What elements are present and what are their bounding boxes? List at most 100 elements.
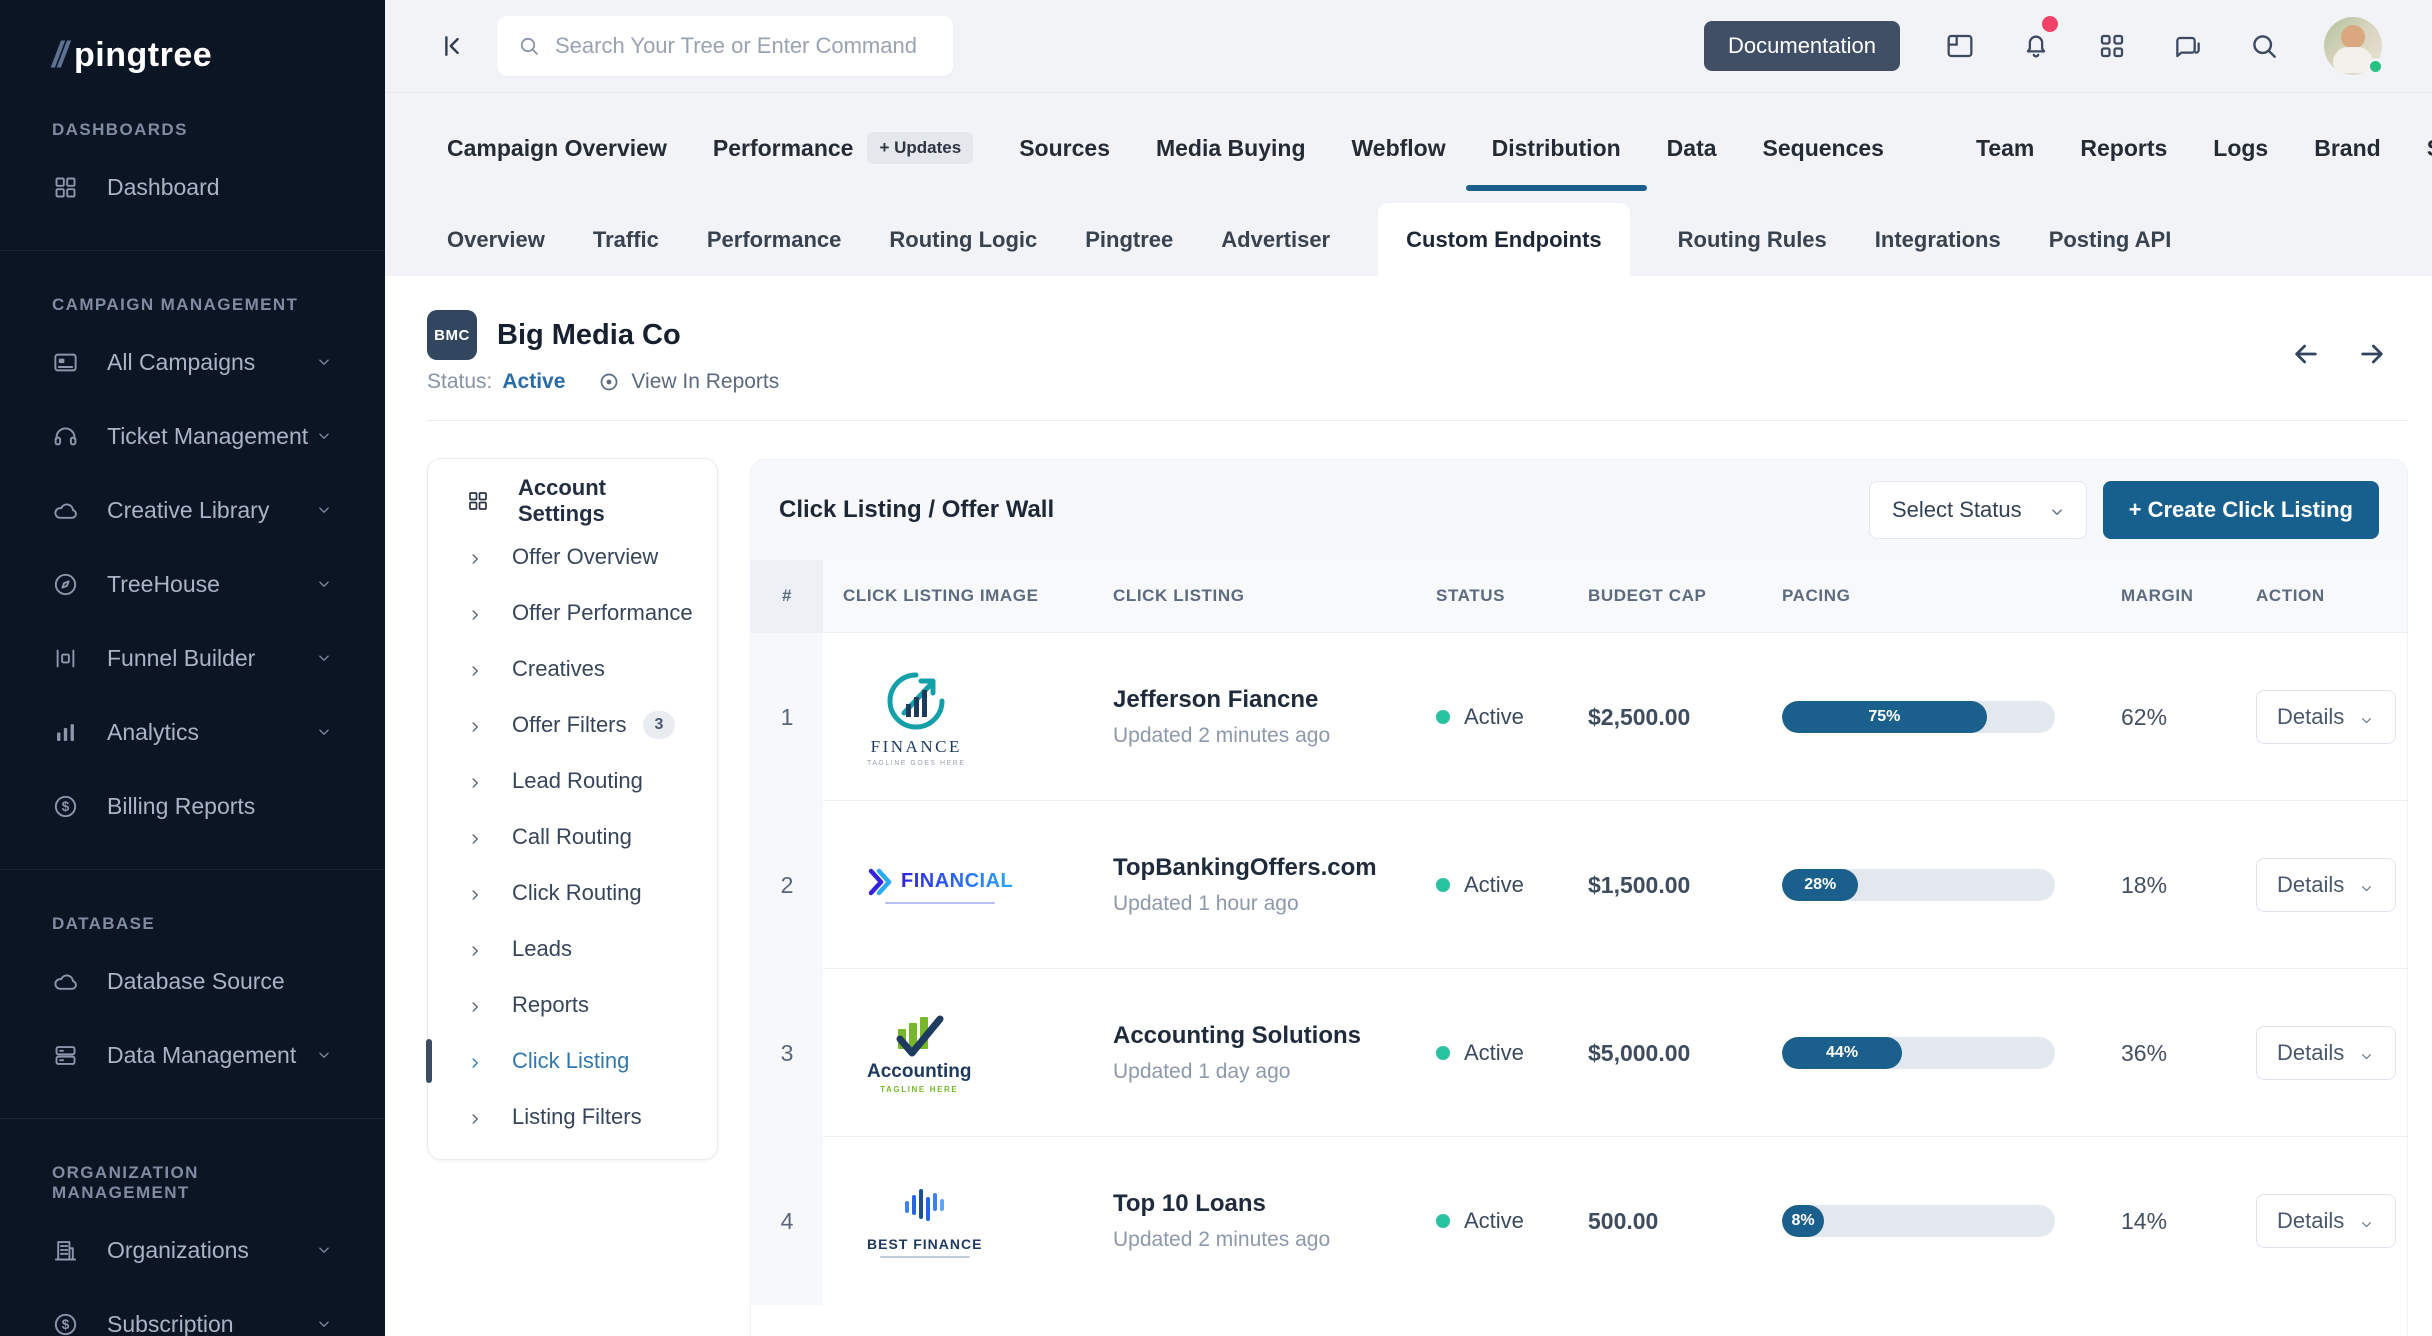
apps-grid-icon[interactable] (2096, 30, 2128, 62)
search-icon (517, 34, 541, 58)
arrow-right-icon[interactable] (2356, 338, 2388, 370)
global-search (497, 16, 953, 76)
details-label: Details (2277, 704, 2344, 730)
panel-item-offer-overview[interactable]: Offer Overview (428, 529, 717, 585)
sidebar-item-all-campaigns[interactable]: All Campaigns (34, 325, 351, 399)
tab-media-buying[interactable]: Media Buying (1156, 135, 1306, 162)
user-avatar[interactable] (2324, 17, 2382, 75)
active-status-dot (1436, 1214, 1450, 1228)
details-button[interactable]: Details (2256, 690, 2396, 744)
subtab-advertiser[interactable]: Advertiser (1221, 203, 1330, 276)
select-status-dropdown[interactable]: Select Status (1869, 481, 2087, 539)
pacing-label: 75% (1868, 708, 1900, 726)
listing-updated: Updated 1 hour ago (1113, 892, 1416, 916)
arrow-left-icon[interactable] (2290, 338, 2322, 370)
sidebar-collapse-icon[interactable] (437, 31, 467, 61)
budget-cap-cell: $5,000.00 (1568, 1040, 1762, 1067)
panel-item-call-routing[interactable]: Call Routing (428, 809, 717, 865)
tab-campaign-overview[interactable]: Campaign Overview (447, 135, 667, 162)
budget-cap-cell: $2,500.00 (1568, 704, 1762, 731)
panel-item-creatives[interactable]: Creatives (428, 641, 717, 697)
tab-label: Media Buying (1156, 135, 1306, 162)
window-icon[interactable] (1944, 30, 1976, 62)
budget-cap-cell: $1,500.00 (1568, 872, 1762, 899)
pacing-bar-track: 44% (1782, 1037, 2055, 1069)
sidebar-item-data-management[interactable]: Data Management (34, 1018, 351, 1092)
create-click-listing-button[interactable]: + Create Click Listing (2103, 481, 2379, 539)
select-status-label: Select Status (1892, 497, 2022, 523)
tab-performance[interactable]: Performance+ Updates (713, 132, 973, 164)
tab-brand[interactable]: Brand (2314, 135, 2380, 162)
documentation-button[interactable]: Documentation (1704, 21, 1900, 71)
search-input[interactable] (555, 33, 933, 59)
sidebar-section-title: DASHBOARDS (34, 76, 351, 150)
budget-cap-cell: 500.00 (1568, 1208, 1762, 1235)
pacing-bar-track: 28% (1782, 869, 2055, 901)
sidebar-item-subscription[interactable]: $Subscription (34, 1287, 351, 1336)
panel-item-lead-routing[interactable]: Lead Routing (428, 753, 717, 809)
details-button[interactable]: Details (2256, 858, 2396, 912)
sidebar-item-dashboard[interactable]: Dashboard (34, 150, 351, 224)
bell-icon[interactable] (2020, 30, 2052, 62)
subtab-pingtree[interactable]: Pingtree (1085, 203, 1173, 276)
tab-data[interactable]: Data (1667, 135, 1717, 162)
subtab-overview[interactable]: Overview (447, 203, 545, 276)
listing-updated: Updated 2 minutes ago (1113, 1228, 1416, 1252)
chat-icon[interactable] (2172, 30, 2204, 62)
click-listing-image-cell: BEST FINANCE (823, 1184, 1093, 1258)
sidebar-item-label: Organizations (107, 1237, 315, 1264)
pacing-label: 8% (1791, 1212, 1814, 1230)
view-in-reports-link[interactable]: View In Reports (631, 370, 779, 394)
sidebar-item-label: Billing Reports (107, 793, 333, 820)
action-cell: Details (2236, 1026, 2407, 1080)
tab-webflow[interactable]: Webflow (1352, 135, 1446, 162)
panel-item-account-settings[interactable]: Account Settings (428, 473, 717, 529)
sidebar-item-funnel-builder[interactable]: Funnel Builder (34, 621, 351, 695)
pacing-cell: 8% (1762, 1205, 2101, 1237)
panel-item-leads[interactable]: Leads (428, 921, 717, 977)
sidebar-item-organizations[interactable]: Organizations (34, 1213, 351, 1287)
details-label: Details (2277, 1040, 2344, 1066)
subtab-traffic[interactable]: Traffic (593, 203, 659, 276)
tab-reports[interactable]: Reports (2080, 135, 2167, 162)
sidebar-item-analytics[interactable]: Analytics (34, 695, 351, 769)
chevron-down-icon (2358, 1213, 2375, 1230)
tab-distribution[interactable]: Distribution (1492, 135, 1621, 162)
subtab-posting-api[interactable]: Posting API (2049, 203, 2172, 276)
sidebar-item-creative-library[interactable]: Creative Library (34, 473, 351, 547)
header-divider (427, 420, 2408, 421)
subtab-custom-endpoints[interactable]: Custom Endpoints (1378, 203, 1630, 276)
card-icon (52, 349, 79, 376)
tab-team[interactable]: Team (1976, 135, 2034, 162)
panel-item-click-routing[interactable]: Click Routing (428, 865, 717, 921)
panel-item-click-listing[interactable]: Click Listing (428, 1033, 717, 1089)
panel-item-reports[interactable]: Reports (428, 977, 717, 1033)
subtab-integrations[interactable]: Integrations (1875, 203, 2001, 276)
compass-icon (52, 571, 79, 598)
status-value-link[interactable]: Active (502, 370, 565, 394)
column-header-3: STATUS (1416, 586, 1568, 606)
notification-dot (2042, 16, 2058, 32)
panel-item-listing-filters[interactable]: Listing Filters (428, 1089, 717, 1145)
panel-item-label: Offer Performance (512, 600, 693, 626)
tab-settings[interactable]: Settings (2427, 135, 2432, 162)
details-button[interactable]: Details (2256, 1026, 2396, 1080)
pacing-cell: 28% (1762, 869, 2101, 901)
subtab-performance[interactable]: Performance (707, 203, 842, 276)
chevron-down-icon (315, 649, 333, 667)
sidebar-item-ticket-management[interactable]: Ticket Management (34, 399, 351, 473)
subtab-routing-rules[interactable]: Routing Rules (1678, 203, 1827, 276)
sidebar-item-database-source[interactable]: Database Source (34, 944, 351, 1018)
tab-logs[interactable]: Logs (2213, 135, 2268, 162)
subtab-routing-logic[interactable]: Routing Logic (889, 203, 1037, 276)
panel-item-offer-performance[interactable]: Offer Performance (428, 585, 717, 641)
chevron-right-icon (466, 548, 484, 566)
tab-sequences[interactable]: Sequences (1763, 135, 1884, 162)
sidebar-item-treehouse[interactable]: TreeHouse (34, 547, 351, 621)
details-button[interactable]: Details (2256, 1194, 2396, 1248)
topbar-search-icon[interactable] (2248, 30, 2280, 62)
sidebar-item-billing-reports[interactable]: $Billing Reports (34, 769, 351, 843)
panel-item-offer-filters[interactable]: Offer Filters3 (428, 697, 717, 753)
app-logo[interactable]: // pingtree (0, 0, 385, 76)
tab-sources[interactable]: Sources (1019, 135, 1110, 162)
